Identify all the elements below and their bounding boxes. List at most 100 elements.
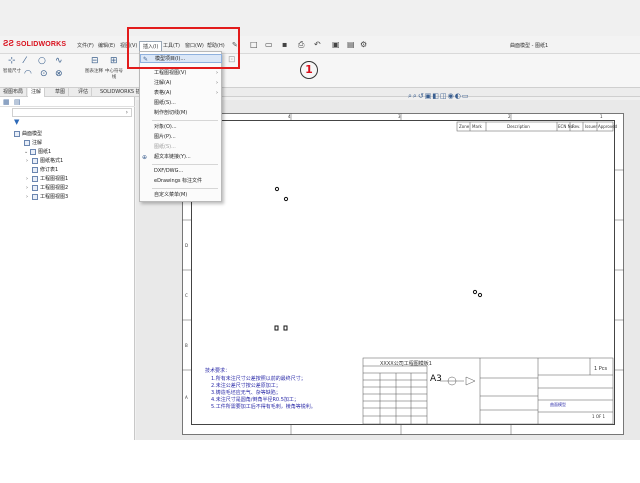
sheet-icon bbox=[30, 148, 36, 155]
expand-icon[interactable]: › bbox=[26, 185, 31, 191]
tab-annotation[interactable]: 注解 bbox=[28, 88, 46, 97]
rebuild-icon[interactable]: ▤ bbox=[347, 40, 355, 49]
menu-item-edrawings[interactable]: eDrawings 标注文件 bbox=[140, 177, 222, 186]
tree-item-annotations[interactable]: 注解 bbox=[24, 139, 42, 146]
ds-logo-icon: ƧƧ bbox=[3, 39, 15, 48]
menu-file[interactable]: 文件(F) bbox=[74, 41, 97, 53]
tree-item-label: 注解 bbox=[32, 140, 43, 146]
spline-icon[interactable]: ∿ bbox=[55, 57, 63, 66]
tree-item-label: 图纸格式1 bbox=[40, 158, 64, 164]
submenu-arrow-icon: › bbox=[216, 80, 218, 86]
tech-note-line: 4.未注尺寸是圆角/倒角半径R0.5加工； bbox=[211, 397, 299, 403]
zone-letter: D bbox=[185, 243, 189, 248]
menu-separator bbox=[152, 164, 218, 165]
menu-item-sheet[interactable]: 图纸(S)... bbox=[140, 99, 222, 108]
tree-root[interactable]: 曲面模型 bbox=[14, 130, 42, 137]
ruler-label: 4 bbox=[288, 114, 291, 119]
menu-item-picture[interactable]: 图片(P)... bbox=[140, 133, 222, 142]
new-doc-icon[interactable]: □ bbox=[250, 40, 258, 49]
menu-item-tables[interactable]: 表格(A) › bbox=[140, 89, 222, 98]
menu-item-section-line[interactable]: 制作剖切线(M) bbox=[140, 109, 222, 118]
point-icon[interactable]: ⊗ bbox=[55, 70, 63, 79]
menu-item-annotations[interactable]: 注解(A) › bbox=[140, 79, 222, 88]
panel-tabs: ▦ ▤ bbox=[0, 97, 135, 107]
collapse-icon[interactable]: ⌄ bbox=[24, 149, 29, 155]
highlight-box bbox=[127, 27, 240, 69]
tree-item-sheet[interactable]: ⌄ 图纸1 bbox=[24, 148, 51, 155]
tree-root-label: 曲面模型 bbox=[22, 131, 43, 137]
expand-icon[interactable]: › bbox=[26, 194, 31, 200]
tree-item-revision-table[interactable]: 修订表1 bbox=[32, 166, 58, 173]
submenu-arrow-icon: › bbox=[216, 90, 218, 96]
menu-item-label: 超文本链接(Y)... bbox=[154, 154, 191, 160]
options-icon[interactable]: ⚙ bbox=[360, 40, 367, 49]
polygon-icon[interactable]: ⊙ bbox=[40, 70, 48, 79]
menu-item-label: 表格(A) bbox=[154, 90, 172, 96]
menu-item-label: 图片(P)... bbox=[154, 134, 176, 140]
open-icon[interactable]: ▭ bbox=[265, 40, 273, 49]
tree-item-label: 图纸1 bbox=[38, 149, 52, 155]
menu-item-object[interactable]: 对象(O)... bbox=[140, 123, 222, 132]
tech-notes-title: 技术要求： bbox=[205, 368, 231, 374]
menu-separator bbox=[152, 120, 218, 121]
drawing-icon bbox=[14, 130, 20, 137]
menu-item-dxf-dwg[interactable]: DXF/DWG... bbox=[140, 167, 222, 176]
print-icon[interactable]: ⎙ bbox=[298, 40, 304, 50]
expand-icon[interactable]: › bbox=[26, 158, 31, 164]
menu-item-label: eDrawings 标注文件 bbox=[154, 178, 203, 184]
hide-show-icon[interactable]: ◉ bbox=[448, 92, 455, 100]
property-icon[interactable]: ▤ bbox=[14, 98, 21, 106]
rev-header: Rev. bbox=[572, 124, 581, 129]
view-orientation-icon[interactable]: ◧ bbox=[432, 92, 440, 100]
ruler-label: 1 bbox=[600, 114, 603, 119]
menu-item-hyperlink[interactable]: ⊕ 超文本链接(Y)... bbox=[140, 153, 222, 162]
line-icon[interactable]: ⁄ bbox=[24, 57, 26, 66]
select-icon[interactable]: ▣ bbox=[332, 40, 340, 49]
tree-item-sheet-format[interactable]: › 图纸格式1 bbox=[26, 157, 63, 164]
menu-separator bbox=[152, 188, 218, 189]
menu-item-label: DXF/DWG... bbox=[154, 168, 184, 174]
tree-search-input[interactable]: › bbox=[12, 108, 132, 117]
rev-header: Zone bbox=[459, 124, 470, 129]
menu-edit[interactable]: 编辑(E) bbox=[95, 41, 118, 53]
tab-sketch[interactable]: 草图 bbox=[52, 88, 70, 97]
tab-evaluate[interactable]: 评估 bbox=[75, 88, 93, 97]
smart-dimension-icon[interactable]: ⊹ bbox=[8, 57, 16, 66]
tree-item-view2[interactable]: › 工程图视图2 bbox=[26, 184, 68, 191]
centermark-icon[interactable]: ⊞ bbox=[110, 57, 118, 66]
feature-tree-icon[interactable]: ▦ bbox=[3, 98, 10, 106]
tree-item-view3[interactable]: › 工程图视图3 bbox=[26, 193, 68, 200]
insert-menu-dropdown: ✎ 模型项目(I)... 工程图视图(V) › 注解(A) › 表格(A) › 图纸(S… bbox=[139, 51, 222, 202]
annotation-icon[interactable]: ⊟ bbox=[91, 57, 99, 66]
submenu-arrow-icon: › bbox=[216, 70, 218, 76]
solidworks-window: ƧƧ SOLIDWORKS 文件(F) 编辑(E) 视图(V) 插入(I) 工具(… bbox=[0, 0, 640, 440]
circle-icon[interactable]: ○ bbox=[38, 57, 46, 66]
tree-item-label: 修订表1 bbox=[40, 167, 59, 173]
menu-item-label: 工程图视图(V) bbox=[154, 70, 187, 76]
scene-icon[interactable]: ▭ bbox=[462, 92, 470, 100]
document-title: 曲面模型 - 图纸1 bbox=[510, 43, 549, 49]
annotation-folder-icon bbox=[24, 139, 30, 146]
drawing-view-icon bbox=[32, 193, 38, 200]
tab-layout[interactable]: 视图布局 bbox=[0, 88, 28, 97]
display-style-icon[interactable]: ◫ bbox=[440, 92, 448, 100]
menu-item-customize-menu[interactable]: 自定义菜单(M) bbox=[140, 191, 222, 200]
tech-note-line: 2.未注公差尺寸按公差原加工； bbox=[211, 383, 281, 389]
menu-item-drawing-view[interactable]: 工程图视图(V) › bbox=[140, 69, 222, 78]
chevron-right-icon[interactable]: › bbox=[126, 109, 128, 116]
sheet-number: 1 OF 1 bbox=[592, 414, 606, 419]
expand-icon[interactable]: › bbox=[26, 176, 31, 182]
heads-up-view-toolbar: ⌕⌕↺▣◧◫◉◐▭ bbox=[408, 92, 469, 101]
feature-manager-panel: ▦ ▤ › ▼ 曲面模型 注解 ⌄ 图纸1 › 图纸格式1 修订表1 › 工程图视图1… bbox=[0, 97, 135, 440]
drawing-name: 曲面模型 bbox=[550, 402, 566, 407]
undo-icon[interactable]: ↶ bbox=[314, 40, 321, 49]
ribbon-toolbar: ⊹ 智能尺寸 ⁄ ○ ∿ ◠ ⊙ ⊗ ⊟ 图表注释 ⊞ 中心符号线 ⊡ bbox=[0, 54, 640, 88]
appearance-icon[interactable]: ◐ bbox=[455, 92, 462, 100]
menu-item-sheet-disabled: 图纸(S)... bbox=[140, 143, 222, 152]
filter-icon[interactable]: ▼ bbox=[14, 118, 19, 126]
zone-letter: B bbox=[185, 343, 188, 348]
tree-item-view1[interactable]: › 工程图视图1 bbox=[26, 175, 68, 182]
previous-view-icon[interactable]: ↺ bbox=[418, 92, 425, 100]
arc-icon[interactable]: ◠ bbox=[24, 70, 32, 79]
save-icon[interactable]: ▪ bbox=[282, 40, 287, 49]
